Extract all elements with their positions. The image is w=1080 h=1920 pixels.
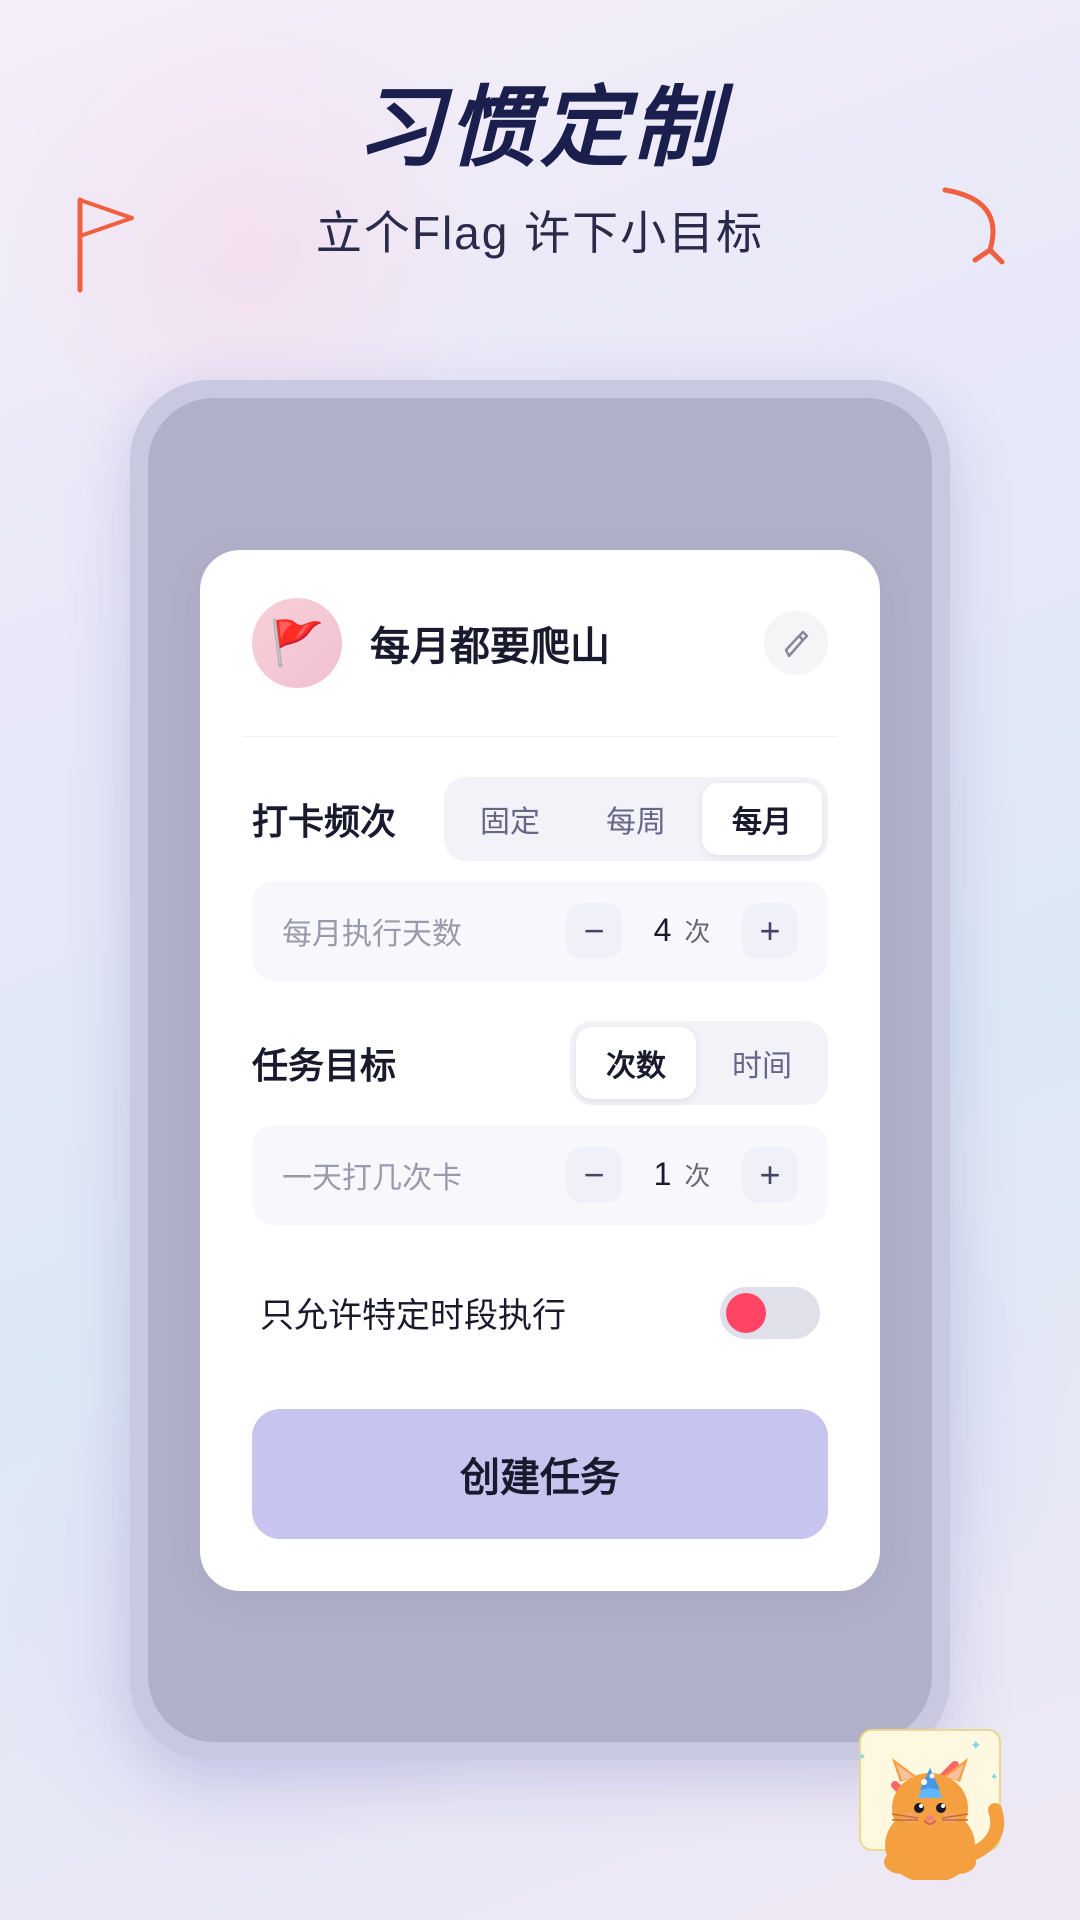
habit-name: 每月都要爬山: [370, 614, 764, 672]
svg-text:✦: ✦: [970, 1737, 982, 1753]
daily-counter: − 1 次 +: [566, 1147, 798, 1203]
days-per-month-row: 每月执行天数 − 4 次 +: [252, 881, 828, 981]
days-value: 4 次: [642, 912, 722, 949]
days-minus-button[interactable]: −: [566, 903, 622, 959]
subtitle: 立个Flag 许下小目标: [0, 197, 1080, 263]
days-per-month-label: 每月执行天数: [282, 909, 462, 953]
time-restrict-toggle[interactable]: [720, 1287, 820, 1339]
toggle-knob: [726, 1293, 766, 1333]
phone-mockup: 🚩 每月都要爬山 打卡频次 固定 每周: [130, 380, 950, 1760]
task-goal-row: 任务目标 次数 时间: [252, 1021, 828, 1105]
count-value: 1 次: [642, 1156, 722, 1193]
task-goal-label: 任务目标: [252, 1037, 396, 1089]
daily-count-label: 一天打几次卡: [282, 1153, 462, 1197]
main-title: 习惯定制: [0, 80, 1080, 177]
edit-button[interactable]: [764, 611, 828, 675]
daily-count-row: 一天打几次卡 − 1 次 +: [252, 1125, 828, 1225]
habit-icon: 🚩: [252, 598, 342, 688]
frequency-tab-group: 固定 每周 每月: [444, 777, 828, 861]
task-goal-section: 任务目标 次数 时间 一天打几次卡 − 1 次 +: [252, 1021, 828, 1225]
divider-1: [244, 736, 836, 737]
svg-text:✦: ✦: [990, 1772, 998, 1783]
task-goal-tab-group: 次数 时间: [570, 1021, 828, 1105]
tab-monthly[interactable]: 每月: [702, 783, 822, 855]
tab-time[interactable]: 时间: [702, 1027, 822, 1099]
count-minus-button[interactable]: −: [566, 1147, 622, 1203]
tab-count[interactable]: 次数: [576, 1027, 696, 1099]
habit-card: 🚩 每月都要爬山 打卡频次 固定 每周: [200, 550, 880, 1591]
card-header: 🚩 每月都要爬山: [252, 598, 828, 688]
time-restrict-row: 只允许特定时段执行: [252, 1265, 828, 1361]
phone-inner: 🚩 每月都要爬山 打卡频次 固定 每周: [148, 398, 932, 1742]
svg-text:✦: ✦: [858, 1752, 866, 1763]
cat-mascot: ✦ ✦ ✦: [840, 1700, 1020, 1880]
time-restrict-label: 只允许特定时段执行: [260, 1288, 566, 1337]
tab-weekly[interactable]: 每周: [576, 783, 696, 855]
header: 习惯定制 立个Flag 许下小目标: [0, 0, 1080, 263]
tab-fixed[interactable]: 固定: [450, 783, 570, 855]
frequency-row: 打卡频次 固定 每周 每月: [252, 777, 828, 861]
frequency-label: 打卡频次: [252, 793, 396, 845]
days-plus-button[interactable]: +: [742, 903, 798, 959]
create-task-button[interactable]: 创建任务: [252, 1409, 828, 1539]
days-counter: − 4 次 +: [566, 903, 798, 959]
frequency-section: 打卡频次 固定 每周 每月 每月执行天数 − 4 次: [252, 777, 828, 981]
count-plus-button[interactable]: +: [742, 1147, 798, 1203]
